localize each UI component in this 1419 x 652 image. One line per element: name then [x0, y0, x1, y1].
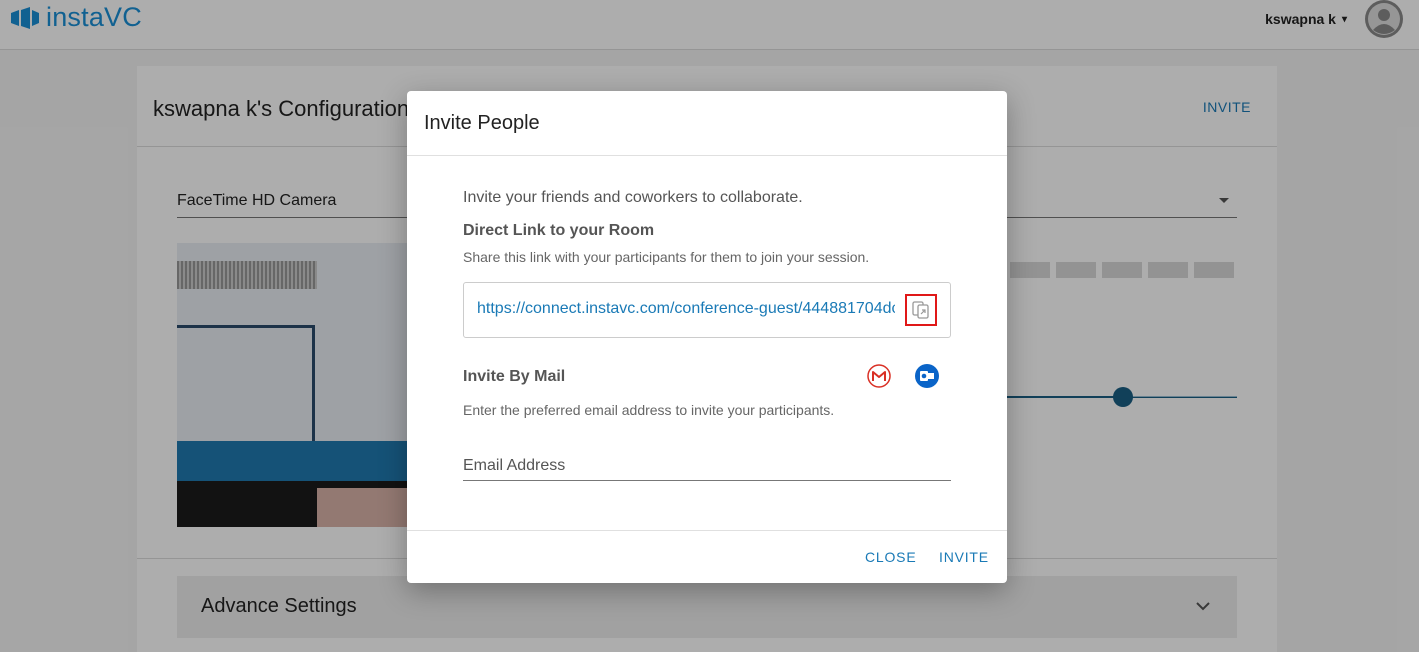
- outlook-icon[interactable]: [915, 364, 939, 388]
- copy-link-button[interactable]: [905, 294, 937, 326]
- direct-link-box: https://connect.instavc.com/conference-g…: [463, 282, 951, 338]
- divider: [407, 155, 1007, 156]
- invite-people-dialog: Invite People Invite your friends and co…: [407, 91, 1007, 583]
- direct-link-title: Direct Link to your Room: [463, 222, 655, 239]
- email-field[interactable]: [463, 451, 951, 481]
- invite-button[interactable]: INVITE: [939, 549, 989, 565]
- dialog-intro-text: Invite your friends and coworkers to col…: [463, 189, 803, 206]
- direct-link-url[interactable]: https://connect.instavc.com/conference-g…: [477, 300, 895, 318]
- direct-link-description: Share this link with your participants f…: [463, 249, 870, 265]
- invite-by-mail-description: Enter the preferred email address to inv…: [463, 402, 835, 418]
- close-button[interactable]: CLOSE: [865, 549, 916, 565]
- dialog-title: Invite People: [424, 112, 540, 134]
- gmail-icon[interactable]: [867, 364, 891, 388]
- divider: [407, 530, 1007, 531]
- invite-by-mail-title: Invite By Mail: [463, 368, 566, 385]
- copy-icon: [912, 301, 929, 319]
